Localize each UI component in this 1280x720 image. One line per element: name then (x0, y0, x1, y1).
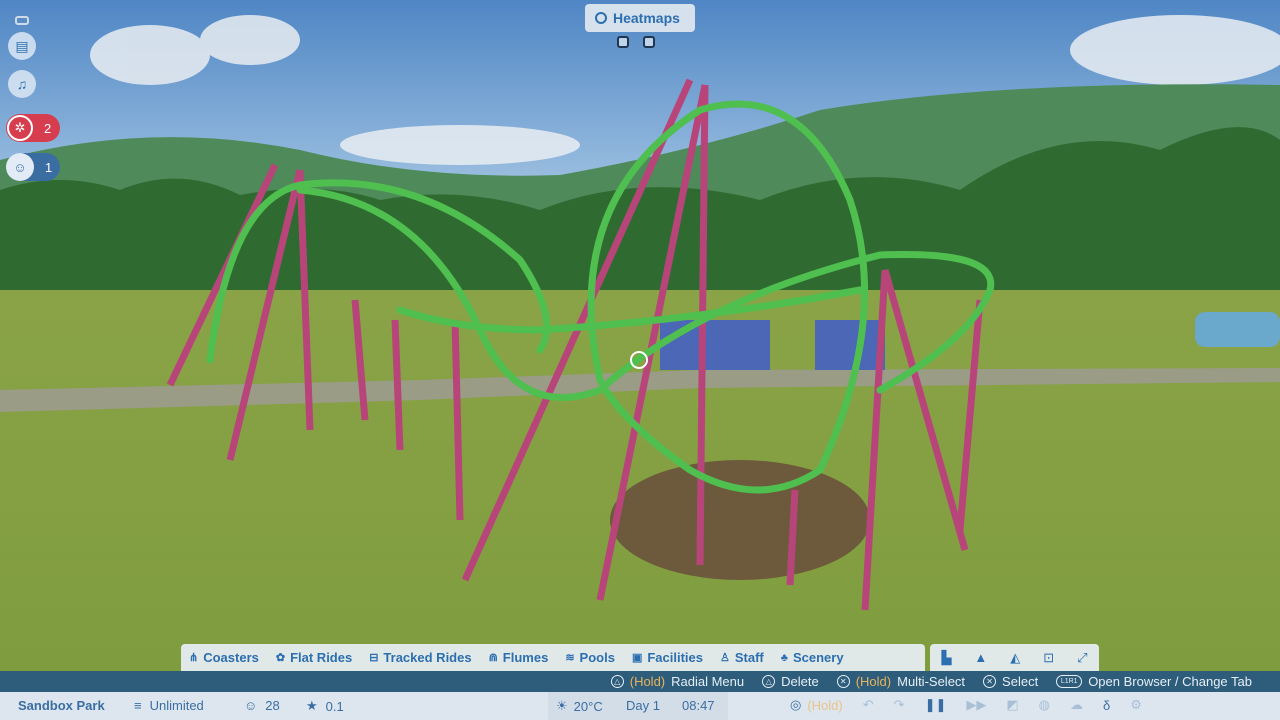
hint-delete: △ Delete (762, 674, 819, 689)
control-hints-bar: △ (Hold) Radial Menu △ Delete ✕ (Hold) M… (0, 671, 1280, 692)
clock: 08:47 (682, 698, 715, 713)
alerts-count: 2 (44, 120, 52, 136)
pause-icon[interactable]: ❚❚ (925, 697, 947, 713)
globe-icon[interactable]: ◍ (1039, 697, 1050, 713)
coins-icon: ≡ (134, 698, 142, 713)
expand-icon[interactable]: ⤢ (1077, 650, 1087, 666)
blueprints-icon[interactable]: ▙ (941, 650, 951, 666)
settings-gear-icon[interactable]: ⚙ (1130, 697, 1142, 713)
guests-button[interactable]: ☺ 1 (6, 153, 60, 181)
coaster-icon: ⋔ (189, 652, 199, 664)
landscape-icon[interactable]: ◭ (1010, 650, 1020, 666)
circle-button-icon: ◎ (790, 697, 802, 712)
temperature: ☀ 20°C (556, 698, 603, 714)
park-money[interactable]: ≡ Unlimited (134, 698, 204, 713)
tab-staff[interactable]: ♙ Staff (712, 650, 773, 665)
heatmap-icon (595, 12, 607, 24)
warning-icon: ✲ (7, 115, 33, 141)
fast-forward-icon[interactable]: ▶▶ (966, 697, 986, 713)
heatmaps-button[interactable]: Heatmaps (585, 4, 695, 32)
guests-count: 1 (45, 159, 53, 175)
l1-r1-button-icon: L1R1 (1056, 675, 1083, 688)
cross-button-icon: ✕ (836, 675, 850, 688)
star-icon: ★ (306, 698, 318, 713)
park-rating[interactable]: ★ 0.1 (306, 698, 344, 714)
triangle-button-icon: △ (762, 675, 776, 688)
tab-flat-rides[interactable]: ✿ Flat Rides (268, 650, 361, 665)
cross-button-icon: ✕ (983, 675, 997, 688)
temperature-icon[interactable]: δ (1103, 698, 1110, 713)
guest-count[interactable]: ☺ 28 (244, 698, 280, 713)
weather-icon[interactable]: ☁ (1070, 697, 1083, 713)
pool-icon: ≋ (565, 652, 575, 664)
lock-icon[interactable]: ⊡ (1043, 650, 1054, 666)
hint-multi-select: ✕ (Hold) Multi-Select (836, 674, 965, 689)
heatmaps-controller-hints (617, 36, 655, 48)
day-counter: Day 1 (626, 698, 660, 713)
tab-pools[interactable]: ≋ Pools (557, 650, 624, 665)
touchpad-icon (617, 36, 629, 48)
facility-icon: ▣ (631, 652, 643, 664)
tab-tracked-rides[interactable]: ⊟ Tracked Rides (361, 650, 480, 665)
minimize-icon[interactable] (15, 16, 29, 25)
flume-icon: ⋒ (488, 652, 498, 664)
dirt-patch (610, 460, 870, 580)
tool-tabs: ▙ ▲ ◭ ⊡ ⤢ (930, 644, 1099, 671)
scenery-icon: ♣ (780, 651, 788, 664)
alerts-button[interactable]: ✲ 2 (6, 114, 60, 142)
tab-facilities[interactable]: ▣ Facilities (624, 650, 712, 665)
camera-icon[interactable]: ◩ (1006, 697, 1018, 713)
hint-select: ✕ Select (983, 674, 1038, 689)
triangle-button-icon: △ (610, 675, 624, 688)
tab-scenery[interactable]: ♣ Scenery (773, 650, 853, 665)
flat-ride-icon: ✿ (275, 652, 286, 664)
undo-icon[interactable]: ↶ (863, 697, 874, 713)
terrain-icon[interactable]: ▲ (974, 650, 987, 665)
hint-radial-menu: △ (Hold) Radial Menu (610, 674, 744, 689)
status-bar: Sandbox Park ≡ Unlimited ☺ 28 ★ 0.1 ☀ 20… (0, 692, 1280, 720)
game-scene[interactable] (0, 0, 1280, 720)
redo-icon[interactable]: ↷ (894, 697, 905, 713)
heatmaps-label: Heatmaps (613, 10, 680, 26)
hint-open-browser: L1R1 Open Browser / Change Tab (1056, 674, 1252, 689)
people-icon: ☺ (6, 153, 34, 181)
clipboard-icon[interactable]: ▤ (8, 32, 36, 60)
sun-icon: ☀ (556, 698, 568, 713)
tab-coasters[interactable]: ⋔ Coasters (181, 650, 268, 665)
notification-bell-icon[interactable]: ♫ (8, 70, 36, 98)
game-speed-controls: ◎ (Hold) ↶ ↷ ❚❚ ▶▶ ◩ ◍ ☁ δ ⚙ (790, 697, 1142, 713)
build-tabs: ⋔ Coasters ✿ Flat Rides ⊟ Tracked Rides ⋒ Fl… (181, 644, 925, 671)
dpad-icon (643, 36, 655, 48)
guests-icon: ☺ (244, 698, 258, 713)
park-name[interactable]: Sandbox Park (18, 698, 105, 713)
tracked-ride-icon: ⊟ (369, 652, 379, 664)
staff-icon: ♙ (719, 652, 730, 664)
tab-flumes[interactable]: ⋒ Flumes (481, 650, 558, 665)
